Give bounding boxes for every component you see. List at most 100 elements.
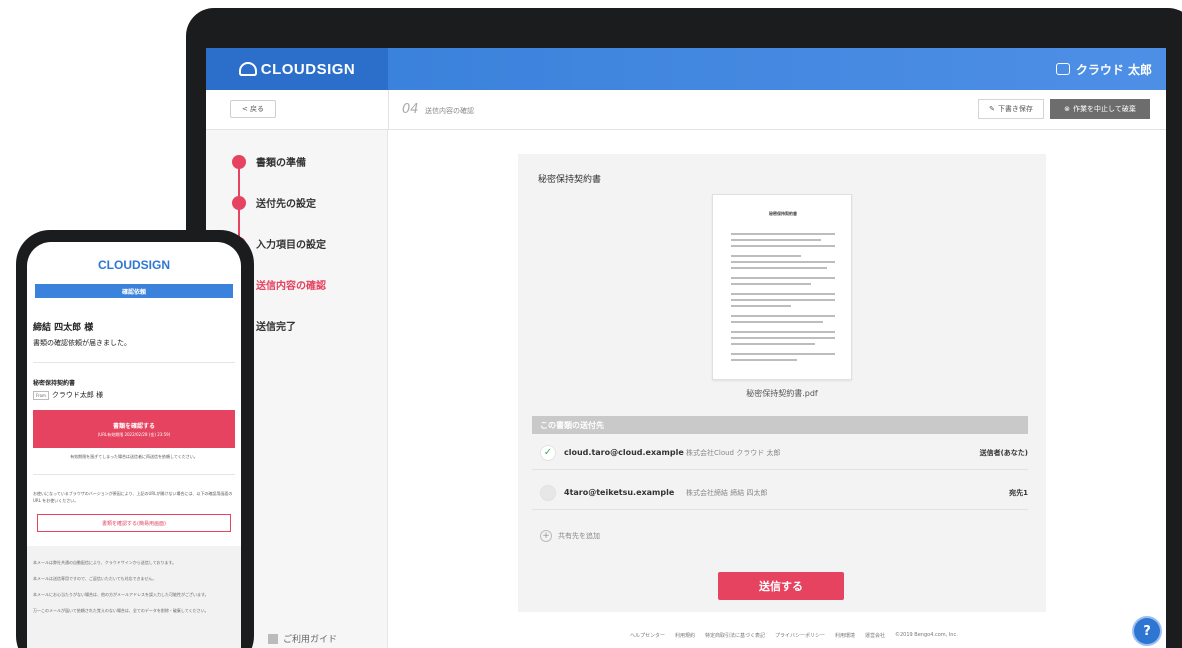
phone-simple-confirm-button[interactable]: 書類を確認する(簡易用画面) <box>37 514 231 532</box>
recipient-org: 株式会社締結 締結 四太郎 <box>686 488 768 497</box>
doc-text-line <box>731 261 835 263</box>
abort-button[interactable]: ⊗ 作業を中止して破棄 <box>1050 99 1150 119</box>
doc-text-line <box>731 337 835 339</box>
user-name: クラウド 太郎 <box>1075 62 1152 77</box>
phone-footer-line: 本メールは送信専用ですので、ご返信いただいても対応できません。 <box>33 576 157 581</box>
help-icon: ? <box>1143 623 1151 639</box>
step-label-3: 入力項目の設定 <box>256 240 326 251</box>
doc-text-line <box>731 315 835 317</box>
logo-text: CLOUDSIGN <box>260 60 356 78</box>
doc-text-line <box>731 245 835 247</box>
plus-icon: + <box>540 530 552 542</box>
phone-divider <box>33 474 235 475</box>
cloudsign-logo-icon <box>238 62 257 76</box>
step-number: 04 <box>402 102 419 117</box>
step-label-5: 送信完了 <box>256 322 296 333</box>
phone-footer-line: 本メールにお心当たりがない場合は、他の方がメールアドレスを誤入力した可能性がござ… <box>33 592 209 597</box>
step-label-4: 送信内容の確認 <box>256 281 326 292</box>
doc-text-line <box>731 255 801 257</box>
step-label-1: 書類の準備 <box>256 158 306 169</box>
step-item-1[interactable]: 書類の準備 <box>232 154 306 169</box>
phone-confirm-button[interactable]: 書類を確認する (URL有効期限 2022/02/28 (金) 23:59) <box>33 410 235 448</box>
check-icon: ✓ <box>540 444 556 461</box>
footer-link[interactable]: 運営会社 <box>865 632 885 639</box>
phone-footer-notes: 本メールは弊社共通の自動配信により、クラウドサインから送信しております。 本メー… <box>27 546 241 648</box>
step-label: 送信内容の確認 <box>425 107 475 115</box>
add-share-label: 共有先を追加 <box>558 532 600 540</box>
toolbar: < 戻る 04 送信内容の確認 ✎ 下書き保存 ⊗ 作業を中止して破棄 <box>206 90 1166 130</box>
doc-text-line <box>731 299 835 301</box>
doc-text-line <box>731 293 835 295</box>
phone-sender: From クラウド太郎 様 <box>33 390 103 400</box>
phone-banner: 確認依頼 <box>35 284 233 298</box>
file-name: 秘密保持契約書.pdf <box>746 389 818 398</box>
abort-label: 作業を中止して破棄 <box>1073 105 1136 113</box>
user-guide-label: ご利用ガイド <box>283 635 338 645</box>
step-dot-icon <box>232 154 246 169</box>
confirm-panel: 秘密保持契約書 秘密保持契約書 秘密保持契約書.pdf この書類の送付先 ✓ c… <box>518 154 1046 612</box>
doc-text-line <box>731 321 823 323</box>
step-item-2[interactable]: 送付先の設定 <box>232 195 316 210</box>
phone-recipient-name: 締結 四太郎 様 <box>33 323 94 333</box>
close-circle-icon: ⊗ <box>1064 105 1071 113</box>
doc-text-line <box>731 267 827 269</box>
doc-text-line <box>731 343 815 345</box>
recipient-org: 株式会社Cloud クラウド 太郎 <box>686 448 781 457</box>
recipient-email: 4taro@teiketsu.example <box>564 488 675 497</box>
phone-divider <box>33 362 235 363</box>
app-header: CLOUDSIGN クラウド 太郎 <box>206 48 1166 90</box>
user-menu[interactable]: クラウド 太郎 <box>1055 48 1152 90</box>
doc-text-line <box>731 359 797 361</box>
save-draft-label: 下書き保存 <box>997 105 1033 113</box>
recipient-row[interactable]: ✓ cloud.taro@cloud.example 株式会社Cloud クラウ… <box>532 436 1028 470</box>
phone-note: 有効期限を過ぎてしまった場合は送信者に再送信を依頼してください。 <box>70 454 198 459</box>
phone-footer-line: 万一このメールが届いて依頼された覚えのない場合は、全てのデータを削除・破棄してく… <box>33 608 209 613</box>
edit-icon: ✎ <box>989 105 995 113</box>
footer-links: ヘルプセンター 利用規約 特定商取引法に基づく表記 プライバシーポリシー 利用環… <box>630 632 958 639</box>
pending-circle-icon <box>540 484 556 501</box>
send-button[interactable]: 送信する <box>718 572 844 600</box>
doc-text-line <box>731 239 821 241</box>
doc-text-line <box>731 233 835 235</box>
document-preview[interactable]: 秘密保持契約書 <box>712 194 852 380</box>
doc-text-line <box>731 277 835 279</box>
recipient-status: 送信者(あなた) <box>979 448 1028 457</box>
footer-link[interactable]: 利用規約 <box>675 632 695 639</box>
help-button[interactable]: ? <box>1134 618 1160 644</box>
phone-message: 書類の確認依頼が届きました。 <box>33 339 131 347</box>
user-icon <box>1055 63 1070 75</box>
doc-text-line <box>731 353 835 355</box>
step-dot-icon <box>232 195 246 210</box>
phone-confirm-label: 書類を確認する <box>112 422 155 430</box>
toolbar-divider <box>388 90 389 130</box>
stage: CLOUDSIGN クラウド 太郎 < 戻る 04 送信内容の確認 ✎ 下書き保… <box>0 0 1182 648</box>
doc-text-line <box>731 305 791 307</box>
add-share-button[interactable]: + 共有先を追加 <box>540 530 600 542</box>
step-title: 04 送信内容の確認 <box>402 102 474 117</box>
phone-footer-line: 本メールは弊社共通の自動配信により、クラウドサインから送信しております。 <box>33 560 177 565</box>
footer-link[interactable]: 特定商取引法に基づく表記 <box>705 632 765 639</box>
footer-link[interactable]: ヘルプセンター <box>630 632 665 639</box>
recipient-email: cloud.taro@cloud.example <box>564 448 684 457</box>
recipient-row[interactable]: 4taro@teiketsu.example 株式会社締結 締結 四太郎 宛先1 <box>532 476 1028 510</box>
recipient-status: 宛先1 <box>1009 488 1028 497</box>
footer-link[interactable]: 利用環境 <box>835 632 855 639</box>
user-guide-link[interactable]: ご利用ガイド <box>268 632 337 645</box>
footer-link[interactable]: プライバシーポリシー <box>775 632 825 639</box>
phone-screen: CLOUDSIGN 確認依頼 締結 四太郎 様 書類の確認依頼が届きました。 秘… <box>27 242 241 648</box>
step-label-2: 送付先の設定 <box>256 199 316 210</box>
doc-text-line <box>731 283 811 285</box>
preview-heading: 秘密保持契約書 <box>769 211 797 216</box>
recipients-header: この書類の送付先 <box>532 416 1028 434</box>
phone-confirm-sub: (URL有効期限 2022/02/28 (金) 23:59) <box>97 431 171 437</box>
phone-note-2: お使いになっているブラウザのバージョンが原因により、上記のURLが開けない場合に… <box>33 491 233 503</box>
document-title: 秘密保持契約書 <box>538 175 602 185</box>
phone-sender-tag: From <box>33 390 49 400</box>
back-button[interactable]: < 戻る <box>230 100 276 118</box>
copyright: ©2019 Bengo4.com, Inc. <box>894 632 958 638</box>
book-icon <box>268 633 278 644</box>
phone-doc-title: 秘密保持契約書 <box>33 380 76 387</box>
app-logo[interactable]: CLOUDSIGN <box>206 48 388 90</box>
save-draft-button[interactable]: ✎ 下書き保存 <box>978 99 1044 119</box>
phone-sender-name: クラウド太郎 様 <box>51 391 104 399</box>
